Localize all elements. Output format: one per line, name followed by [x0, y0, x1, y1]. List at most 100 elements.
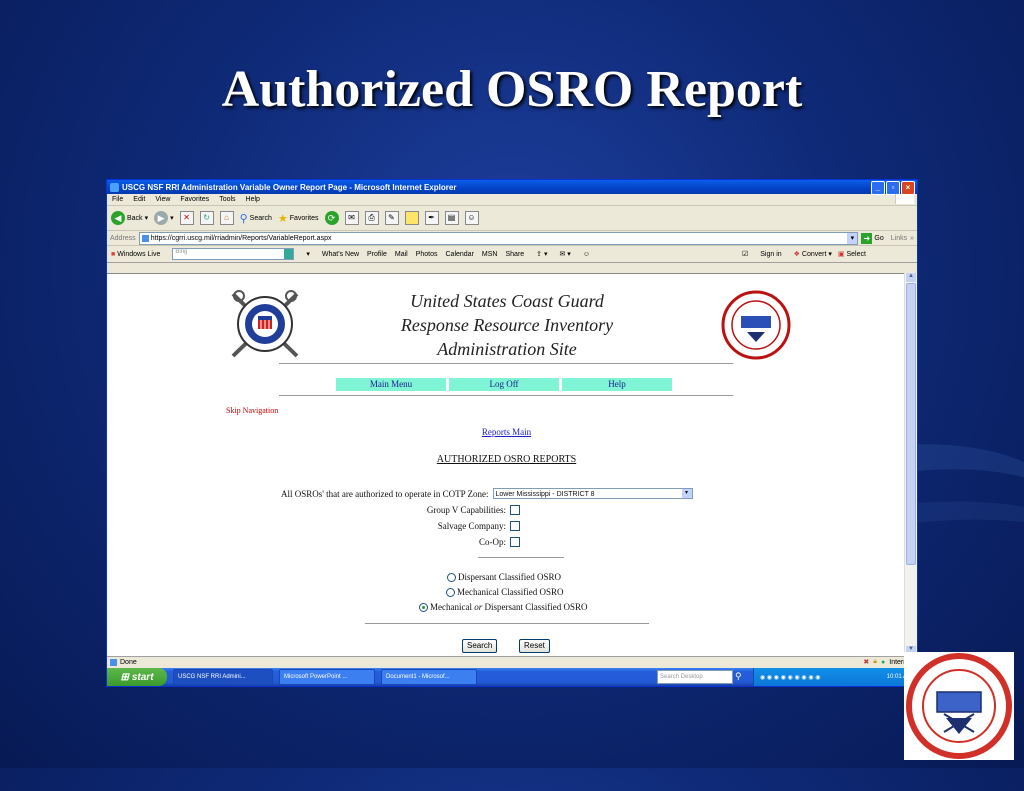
- group-v-label: Group V Capabilities:: [426, 505, 506, 515]
- nav-log-off[interactable]: Log Off: [449, 378, 559, 391]
- toolbar: ◀ Back ▾ ▶ ▾ ✕ ↻ ⌂ ⚲ Search ★ Favorites …: [107, 206, 917, 231]
- scroll-up-arrow[interactable]: ▲: [906, 273, 916, 282]
- report-heading: AUTHORIZED OSRO REPORTS: [436, 454, 577, 465]
- reports-main-link: Reports Main: [107, 427, 906, 437]
- go-button[interactable]: ➜ Go: [861, 232, 884, 244]
- divider: [478, 557, 564, 558]
- search-desktop-input[interactable]: Search Desktop: [657, 670, 733, 684]
- popup-blocker-icon[interactable]: ✖: [863, 658, 869, 666]
- favorites-button[interactable]: ★ Favorites: [278, 212, 319, 225]
- chevron-down-icon[interactable]: ▾: [306, 250, 310, 258]
- skip-navigation-link[interactable]: Skip Navigation: [226, 406, 278, 415]
- folder-icon[interactable]: [404, 211, 419, 225]
- globe-icon: ●: [881, 658, 886, 666]
- chevron-right-icon[interactable]: »: [910, 235, 914, 242]
- convert-button[interactable]: ❖ Convert ▾: [794, 250, 832, 258]
- menu-help[interactable]: Help: [246, 196, 260, 203]
- sign-in-link[interactable]: Sign in: [760, 251, 781, 258]
- link-msn[interactable]: MSN: [482, 251, 498, 258]
- link-profile[interactable]: Profile: [367, 251, 387, 258]
- radio-dispersant-row[interactable]: Dispersant Classified OSRO: [447, 572, 561, 582]
- bing-search-input[interactable]: Bing: [172, 248, 295, 260]
- menu-file[interactable]: File: [112, 196, 123, 203]
- tray-icons[interactable]: ◉ ◉ ◉ ◉ ◉ ◉ ◉ ◉ ◉: [754, 674, 820, 681]
- mail-icon[interactable]: ✉ ▾: [560, 250, 571, 258]
- radio-mech-or-disp-label-em: or: [474, 602, 483, 612]
- coop-row: Co-Op:: [407, 537, 520, 547]
- coop-checkbox[interactable]: [510, 537, 520, 547]
- site-title: United States Coast Guard Response Resou…: [377, 289, 637, 361]
- slide-title: Authorized OSRO Report: [221, 61, 803, 118]
- back-button[interactable]: ◀ Back ▾: [111, 211, 148, 225]
- nav-main-menu[interactable]: Main Menu: [336, 378, 446, 391]
- links-button[interactable]: Links: [891, 235, 907, 242]
- refresh-icon[interactable]: ↻: [199, 211, 214, 225]
- link-mail[interactable]: Mail: [395, 251, 408, 258]
- select-button[interactable]: ▣ Select: [838, 250, 866, 258]
- task-ie[interactable]: USCG NSF RRI Admini...: [173, 669, 273, 685]
- chevron-down-icon[interactable]: ▾: [847, 232, 858, 244]
- search-icon[interactable]: ⚲: [735, 671, 742, 682]
- menu-favorites[interactable]: Favorites: [180, 196, 209, 203]
- nsf-logo-image: [721, 290, 791, 360]
- nsf-badge-logo: [904, 652, 1014, 760]
- search-button[interactable]: ⚲ Search: [240, 212, 272, 225]
- chevron-down-icon: ▾: [144, 215, 149, 222]
- radio-mechanical-or-dispersant[interactable]: [419, 602, 428, 612]
- start-button[interactable]: ⊞ start: [107, 668, 167, 686]
- window-titlebar[interactable]: USCG NSF RRI Administration Variable Own…: [107, 180, 917, 195]
- nav-help[interactable]: Help: [562, 378, 672, 391]
- chevron-down-icon: ▾: [170, 215, 174, 222]
- reset-button[interactable]: Reset: [519, 639, 550, 653]
- select-label: Select: [846, 251, 866, 258]
- close-button[interactable]: ×: [901, 181, 915, 195]
- pen-icon[interactable]: ✒: [424, 211, 439, 225]
- convert-label: Convert: [801, 251, 827, 258]
- menu-tools[interactable]: Tools: [219, 196, 235, 203]
- menu-edit[interactable]: Edit: [133, 196, 145, 203]
- search-button[interactable]: Search: [462, 639, 498, 653]
- menu-view[interactable]: View: [155, 196, 170, 203]
- salvage-checkbox[interactable]: [510, 521, 520, 531]
- edit-icon[interactable]: ✎: [384, 211, 399, 225]
- maximize-button[interactable]: ▫: [886, 181, 900, 195]
- scroll-thumb[interactable]: [906, 283, 916, 565]
- link-whats-new[interactable]: What's New: [322, 251, 359, 258]
- cotp-zone-select[interactable]: Lower Mississippi - DISTRICT 8 ▾: [492, 488, 693, 499]
- minimize-button[interactable]: _: [871, 181, 885, 195]
- group-v-checkbox[interactable]: [510, 505, 520, 515]
- address-input[interactable]: https://cgrri.uscg.mil/rriadmin/Reports/…: [138, 231, 859, 245]
- favorites-label: Favorites: [289, 214, 319, 222]
- radio-dispersant[interactable]: [447, 572, 456, 582]
- stop-icon[interactable]: ✕: [179, 211, 194, 225]
- link-share[interactable]: Share: [505, 251, 524, 258]
- radio-mech-or-disp-label-post: Dispersant Classified OSRO: [482, 602, 588, 612]
- messenger-icon[interactable]: ☺: [464, 211, 479, 225]
- vertical-scrollbar[interactable]: ▲ ▼: [904, 273, 917, 655]
- radio-mechanical[interactable]: [446, 587, 455, 597]
- messenger-icon[interactable]: ☺: [583, 251, 590, 258]
- radio-mechanical-row[interactable]: Mechanical Classified OSRO: [446, 587, 563, 597]
- search-icon[interactable]: [284, 249, 294, 259]
- convert-icon: ❖: [793, 251, 800, 258]
- history-icon[interactable]: ⟳: [324, 211, 339, 225]
- task-word[interactable]: Document1 - Microsof...: [381, 669, 477, 685]
- star-icon: ★: [277, 212, 288, 225]
- window-title: USCG NSF RRI Administration Variable Own…: [122, 182, 457, 192]
- link-photos[interactable]: Photos: [416, 251, 438, 258]
- link-calendar[interactable]: Calendar: [446, 251, 474, 258]
- cotp-zone-label: All OSROs' that are authorized to operat…: [281, 488, 489, 499]
- task-powerpoint[interactable]: Microsoft PowerPoint ...: [279, 669, 375, 685]
- checkbox-icon[interactable]: ☑: [742, 250, 748, 258]
- print-icon[interactable]: ⎙: [364, 211, 379, 225]
- forward-button[interactable]: ▶ ▾: [154, 211, 174, 225]
- share-icon[interactable]: ⇪ ▾: [536, 250, 547, 258]
- home-icon[interactable]: ⌂: [219, 211, 234, 225]
- reports-main-link-text[interactable]: Reports Main: [482, 427, 531, 437]
- divider: [279, 395, 733, 396]
- mail-icon[interactable]: ✉: [344, 211, 359, 225]
- task-label: Document1 - Microsof...: [386, 674, 450, 680]
- windows-live-button[interactable]: ■ Windows Live: [111, 251, 160, 258]
- research-icon[interactable]: ▤: [444, 211, 459, 225]
- radio-mech-or-disp-row[interactable]: Mechanical or Dispersant Classified OSRO: [419, 602, 588, 612]
